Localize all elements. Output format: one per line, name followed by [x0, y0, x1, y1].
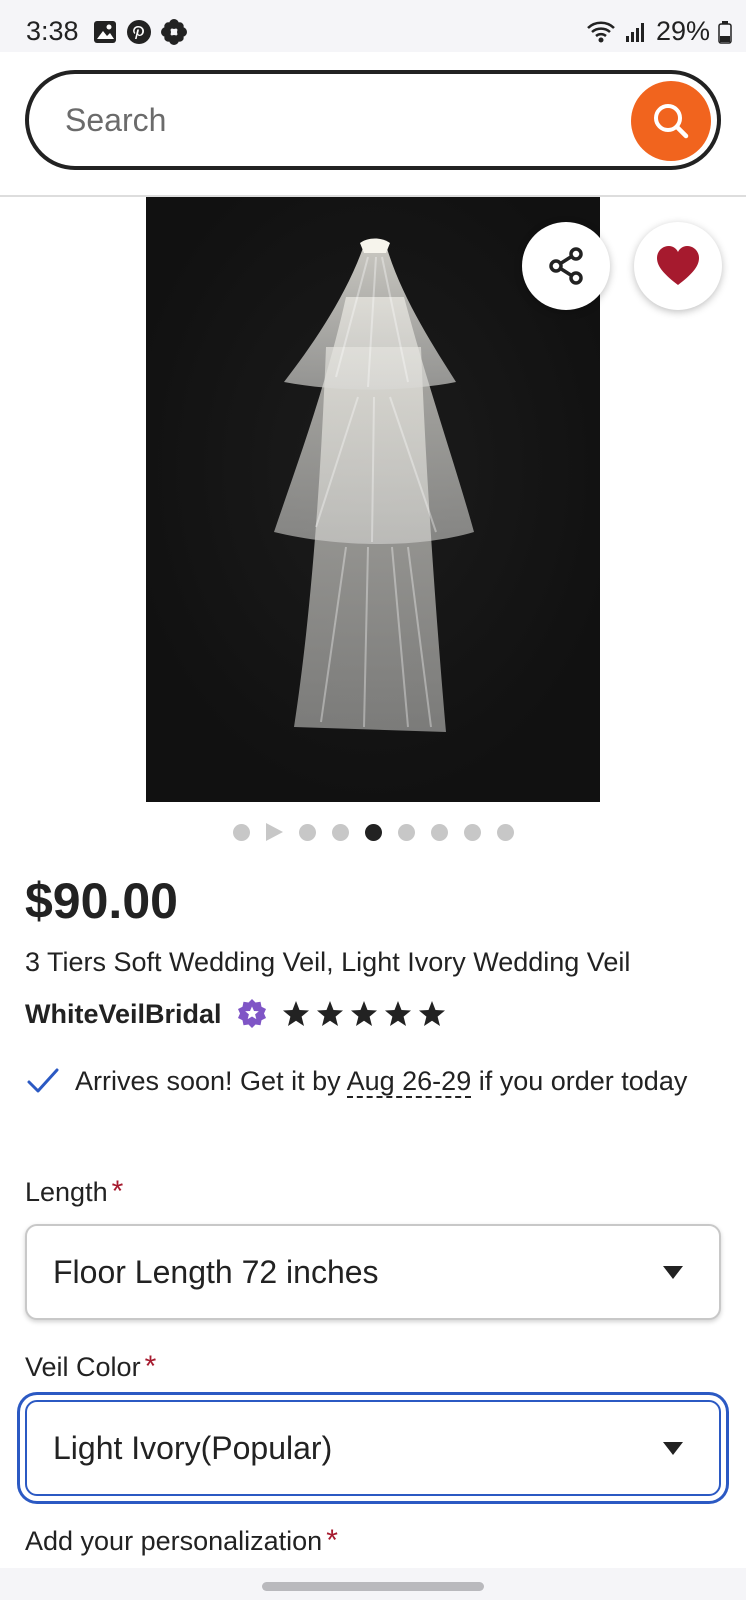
search-button[interactable]	[631, 81, 711, 161]
heart-icon	[657, 246, 699, 285]
notification-icons	[92, 18, 188, 46]
check-icon	[27, 1068, 59, 1093]
star-icon	[418, 1001, 445, 1026]
carousel-dot[interactable]	[496, 823, 514, 841]
image-carousel-dots	[0, 822, 746, 842]
delivery-prefix: Arrives soon! Get it by	[75, 1066, 347, 1096]
search-input[interactable]	[65, 96, 605, 144]
veil-color-label: Veil Color *	[25, 1350, 156, 1384]
length-label-text: Length	[25, 1177, 108, 1207]
video-dot-play-icon[interactable]	[265, 823, 283, 841]
caret-down-icon	[663, 1266, 683, 1279]
star-icon	[282, 1001, 309, 1026]
required-mark: *	[111, 1175, 124, 1208]
delivery-suffix: if you order today	[471, 1066, 688, 1096]
rating-stars[interactable]	[282, 1000, 446, 1028]
image-icon	[94, 21, 116, 43]
delivery-date[interactable]: Aug 26-29	[346, 1066, 472, 1098]
star-icon	[316, 1001, 343, 1026]
share-icon	[549, 247, 583, 285]
required-mark: *	[326, 1524, 338, 1557]
required-mark: *	[144, 1350, 157, 1383]
share-button[interactable]	[522, 222, 610, 310]
battery-percentage: 29%	[655, 16, 710, 46]
search-icon	[654, 104, 689, 139]
product-title: 3 Tiers Soft Wedding Veil, Light Ivory W…	[25, 947, 631, 977]
shop-name-link[interactable]: WhiteVeilBridal	[25, 999, 222, 1030]
signal-icon	[625, 22, 644, 42]
personalization-label-text: Add your personalization	[25, 1526, 323, 1556]
length-select-value: Floor Length 72 inches	[53, 1254, 379, 1290]
carousel-dot[interactable]	[232, 823, 250, 841]
star-icon	[350, 1001, 377, 1026]
product-price: $90.00	[25, 873, 178, 929]
carousel-dot[interactable]	[397, 823, 415, 841]
carousel-dot[interactable]	[298, 823, 316, 841]
length-label: Length *	[25, 1175, 123, 1209]
star-seller-badge-icon[interactable]	[236, 998, 268, 1030]
carousel-dot[interactable]	[331, 823, 349, 841]
favorite-button[interactable]	[634, 222, 722, 310]
wifi-icon	[587, 21, 615, 42]
carousel-dot-active[interactable]	[364, 823, 382, 841]
status-time: 3:38	[26, 16, 79, 46]
length-select[interactable]: Floor Length 72 inches	[25, 1224, 721, 1320]
caret-down-icon	[663, 1442, 683, 1455]
flower-icon	[161, 19, 187, 45]
delivery-text: Arrives soon! Get it by Aug 26-29 if you…	[75, 1062, 687, 1100]
battery-icon	[718, 20, 732, 44]
carousel-dot[interactable]	[463, 823, 481, 841]
pinterest-icon	[127, 20, 151, 44]
home-indicator[interactable]	[262, 1582, 484, 1591]
veil-color-select[interactable]: Light Ivory(Popular)	[25, 1400, 721, 1496]
carousel-dot[interactable]	[430, 823, 448, 841]
veil-color-label-text: Veil Color	[25, 1352, 141, 1382]
shop-info: WhiteVeilBridal	[25, 998, 446, 1030]
system-icons: 29%	[586, 16, 732, 47]
veil-color-select-value: Light Ivory(Popular)	[53, 1430, 333, 1466]
delivery-estimate: Arrives soon! Get it by Aug 26-29 if you…	[25, 1062, 715, 1100]
personalization-label: Add your personalization *	[25, 1524, 338, 1558]
search-bar	[25, 70, 721, 170]
status-bar: 3:38 29%	[0, 0, 746, 52]
star-icon	[384, 1001, 411, 1026]
